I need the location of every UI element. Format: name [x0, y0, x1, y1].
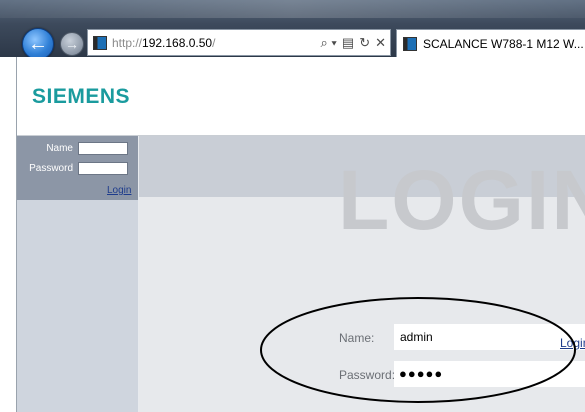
stop-icon[interactable]: ✕ — [375, 34, 386, 51]
site-favicon-icon — [93, 36, 107, 50]
forward-button[interactable]: → — [60, 32, 84, 56]
sidebar-name-label: Name — [46, 143, 73, 154]
sidebar-login-link[interactable]: Login — [107, 185, 131, 196]
address-tools: ⌕ ▾ ▤ ↻ ✕ — [321, 34, 386, 51]
password-label: Password: — [339, 368, 396, 382]
url-scheme: http:// — [112, 36, 143, 50]
search-dropdown-icon[interactable]: ⌕ ▾ — [321, 34, 337, 51]
password-input-value: ●●●●● — [399, 366, 444, 381]
refresh-icon[interactable]: ↻ — [359, 34, 370, 51]
compatibility-view-icon[interactable]: ▤ — [342, 34, 354, 51]
back-arrow-icon: ← — [28, 32, 48, 55]
password-input[interactable]: ●●●●● — [394, 361, 585, 387]
name-input-value: admin — [400, 330, 433, 344]
browser-tab[interactable]: SCALANCE W788-1 M12 W... — [396, 29, 585, 57]
sidebar-password-label: Password — [29, 163, 73, 174]
siemens-logo: SIEMENS — [32, 85, 131, 108]
sidebar: Name Password Login — [17, 136, 139, 412]
url-host: 192.168.0.50 — [142, 36, 213, 50]
name-label: Name: — [339, 331, 375, 345]
forward-arrow-icon: → — [65, 36, 79, 52]
tab-favicon-icon — [403, 37, 417, 51]
sidebar-name-input[interactable] — [78, 142, 128, 155]
sidebar-quick-login: Name Password Login — [17, 136, 138, 200]
login-link[interactable]: Login — [560, 336, 585, 350]
url-path: / — [212, 36, 216, 50]
address-bar[interactable]: http://192.168.0.50/ ⌕ ▾ ▤ ↻ ✕ — [87, 29, 391, 56]
address-url[interactable]: http://192.168.0.50/ — [112, 36, 215, 50]
sidebar-password-input[interactable] — [78, 162, 128, 175]
back-button[interactable]: ← — [22, 28, 54, 60]
chrome-glow — [0, 0, 585, 18]
page-title: LOGIN — [338, 153, 585, 247]
name-input[interactable]: admin — [394, 324, 585, 350]
browser-chrome: ← → http://192.168.0.50/ ⌕ ▾ ▤ ↻ ✕ SCALA… — [0, 0, 585, 60]
tab-title: SCALANCE W788-1 M12 W... — [423, 37, 584, 51]
